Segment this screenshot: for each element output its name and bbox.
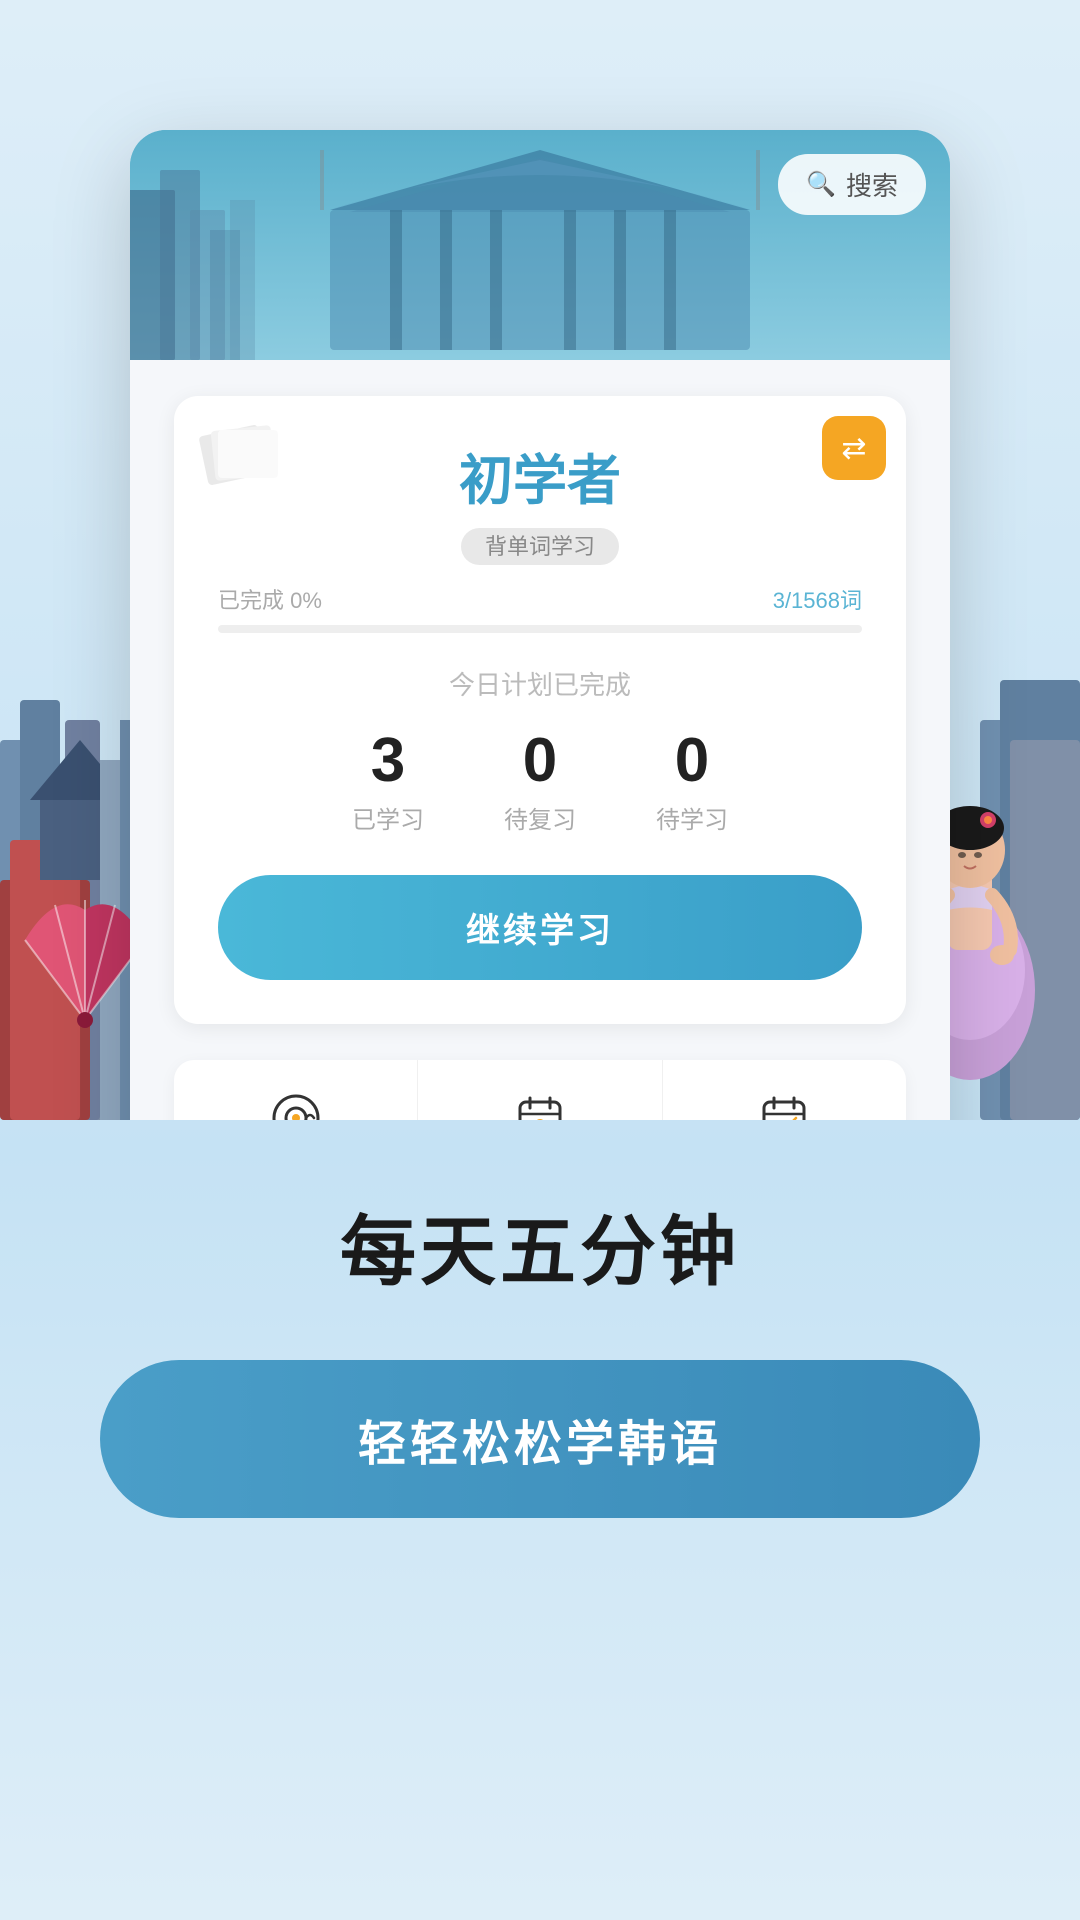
stat-pending-num: 0 — [656, 730, 728, 792]
stats-row: 3 已学习 0 待复习 0 待学习 — [218, 730, 862, 835]
bottom-section: 每天五分钟 轻轻松松学韩语 — [0, 1120, 1080, 1920]
stat-learned: 3 已学习 — [352, 730, 424, 835]
action-listen[interactable]: 听学 — [174, 1060, 418, 1120]
level-title: 初学者 — [218, 436, 862, 515]
tagline: 每天五分钟 — [340, 1190, 740, 1300]
card-header: 🔍 搜索 — [130, 130, 950, 360]
level-card: ⇄ 初学者 背单词学习 已完成 0% 3/1568词 — [174, 396, 906, 1024]
stat-learned-num: 3 — [352, 730, 424, 792]
stat-review-label: 待复习 — [504, 800, 576, 835]
action-record[interactable]: 记录 — [663, 1060, 906, 1120]
search-button[interactable]: 🔍 搜索 — [778, 154, 926, 215]
plan-icon — [514, 1092, 566, 1120]
refresh-icon: ⇄ — [841, 431, 866, 466]
listen-icon — [270, 1092, 322, 1120]
cta-button[interactable]: 轻轻松松学韩语 — [100, 1360, 980, 1518]
daily-complete-label: 今日计划已完成 — [218, 665, 862, 702]
search-icon: 🔍 — [806, 170, 836, 199]
record-icon — [758, 1092, 810, 1120]
progress-percent: 已完成 0% — [218, 583, 322, 615]
progress-bar — [218, 625, 862, 633]
search-label: 搜索 — [846, 166, 898, 203]
subtitle-badge: 背单词学习 — [461, 528, 619, 565]
stat-learned-label: 已学习 — [352, 800, 424, 835]
stat-pending: 0 待学习 — [656, 730, 728, 835]
progress-row: 已完成 0% 3/1568词 — [218, 583, 862, 615]
stat-review: 0 待复习 — [504, 730, 576, 835]
continue-button[interactable]: 继续学习 — [218, 875, 862, 980]
stat-review-num: 0 — [504, 730, 576, 792]
app-card: 🔍 搜索 — [130, 130, 950, 1120]
cta-label: 轻轻松松学韩语 — [358, 1418, 722, 1471]
action-plan[interactable]: 计划 — [418, 1060, 662, 1120]
stat-pending-label: 待学习 — [656, 800, 728, 835]
level-subtitle: 背单词学习 — [218, 529, 862, 561]
book-icon — [198, 420, 278, 495]
word-count: 3/1568词 — [773, 583, 862, 615]
quick-actions: 听学 计划 — [174, 1060, 906, 1120]
card-content: ⇄ 初学者 背单词学习 已完成 0% 3/1568词 — [130, 360, 950, 1120]
refresh-button[interactable]: ⇄ — [822, 416, 886, 480]
continue-label: 继续学习 — [466, 912, 614, 950]
